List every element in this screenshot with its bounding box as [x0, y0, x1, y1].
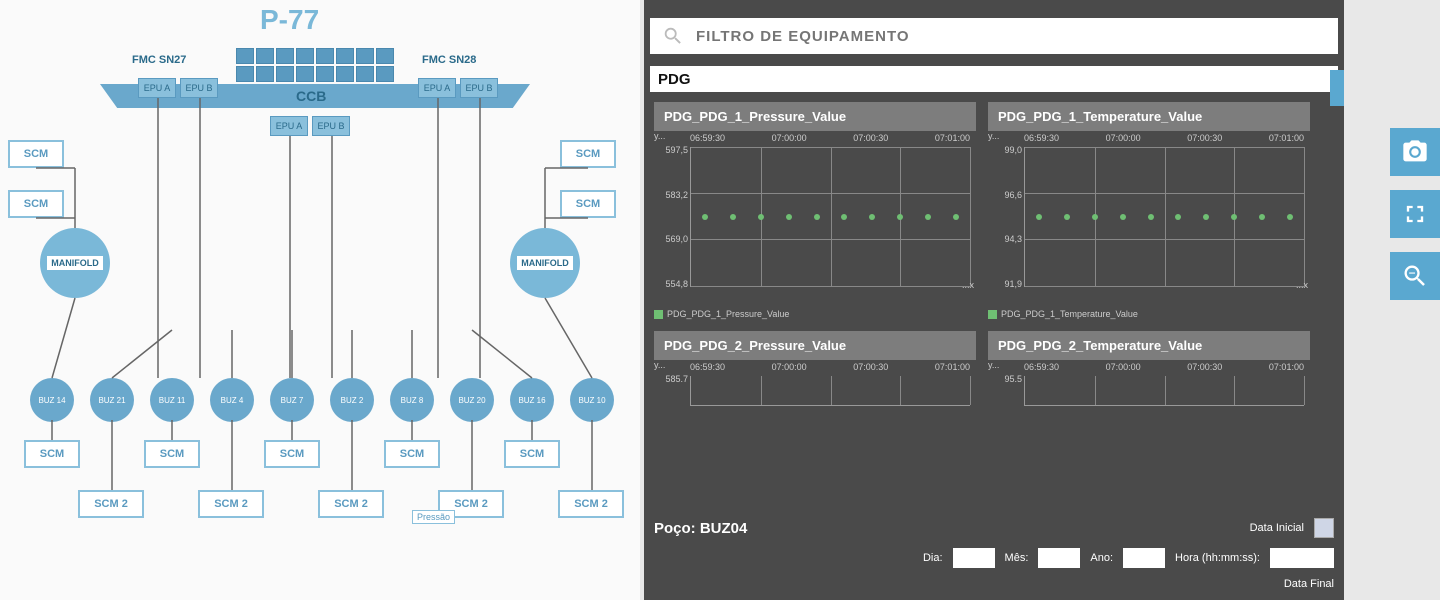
scm-top-left-1[interactable]: SCM [8, 140, 64, 168]
dia-input[interactable] [953, 548, 995, 568]
legend-swatch-icon [988, 310, 997, 319]
scm2-bottom[interactable]: SCM 2 [318, 490, 384, 518]
category-header: PDG [650, 66, 1338, 92]
right-toolbar [1390, 128, 1440, 300]
epu-b-2[interactable]: EPU B [460, 78, 498, 98]
scroll-indicator[interactable] [1330, 70, 1344, 106]
scm-bottom[interactable]: SCM [384, 440, 440, 468]
chart-pdg1-temperature: PDG_PDG_1_Temperature_Value y... 06:59:3… [988, 102, 1310, 319]
epu-a-1[interactable]: EPU A [138, 78, 176, 98]
chart-plot[interactable] [1024, 376, 1304, 406]
date-controls: Poço: BUZ04 Data Inicial Dia: Mês: Ano: … [654, 518, 1334, 590]
scm2-bottom[interactable]: SCM 2 [558, 490, 624, 518]
zoom-out-icon [1401, 262, 1429, 290]
scm-top-right-2[interactable]: SCM [560, 190, 616, 218]
scm2-bottom[interactable]: SCM 2 [78, 490, 144, 518]
equipment-filter-input[interactable] [696, 28, 1326, 45]
well-node[interactable]: BUZ 10 [570, 378, 614, 422]
screenshot-button[interactable] [1390, 128, 1440, 176]
well-node[interactable]: BUZ 8 [390, 378, 434, 422]
chart-plot[interactable]: ...x [1024, 147, 1304, 287]
diagram-title: P-77 [260, 4, 319, 36]
scm-bottom[interactable]: SCM [144, 440, 200, 468]
well-node[interactable]: BUZ 7 [270, 378, 314, 422]
ccb-label: CCB [296, 88, 326, 104]
camera-icon [1401, 138, 1429, 166]
epu-b-3[interactable]: EPU B [312, 116, 350, 136]
well-node[interactable]: BUZ 2 [330, 378, 374, 422]
epu-b-1[interactable]: EPU B [180, 78, 218, 98]
data-inicial-label: Data Inicial [1250, 522, 1304, 534]
chart-title: PDG_PDG_1_Pressure_Value [654, 102, 976, 131]
fmc-sn27-label: FMC SN27 [132, 54, 186, 66]
manifold-left[interactable]: MANIFOLD [40, 228, 110, 298]
well-node[interactable]: BUZ 21 [90, 378, 134, 422]
fullscreen-button[interactable] [1390, 190, 1440, 238]
well-name-label: Poço: BUZ04 [654, 520, 747, 537]
topology-diagram: P-77 FMC SN27 FMC SN28 CCB EPU A EPU B [0, 0, 640, 600]
expand-icon [1401, 200, 1429, 228]
data-panel: PDG PDG_PDG_1_Pressure_Value y... 06:59:… [644, 0, 1344, 600]
scm-bottom[interactable]: SCM [504, 440, 560, 468]
pressao-tooltip: Pressão [412, 510, 455, 524]
chart-title: PDG_PDG_2_Pressure_Value [654, 331, 976, 360]
mes-input[interactable] [1038, 548, 1080, 568]
well-node[interactable]: BUZ 4 [210, 378, 254, 422]
scm-top-left-2[interactable]: SCM [8, 190, 64, 218]
scm2-bottom[interactable]: SCM 2 [198, 490, 264, 518]
color-picker[interactable] [1314, 518, 1334, 538]
well-node[interactable]: BUZ 11 [150, 378, 194, 422]
search-row [650, 18, 1338, 54]
chart-plot[interactable] [690, 376, 970, 406]
epu-a-2[interactable]: EPU A [418, 78, 456, 98]
legend-swatch-icon [654, 310, 663, 319]
well-node[interactable]: BUZ 14 [30, 378, 74, 422]
data-final-label: Data Final [1284, 578, 1334, 590]
ano-input[interactable] [1123, 548, 1165, 568]
well-node[interactable]: BUZ 20 [450, 378, 494, 422]
chart-plot[interactable]: ...x [690, 147, 970, 287]
well-node[interactable]: BUZ 16 [510, 378, 554, 422]
hora-input[interactable] [1270, 548, 1334, 568]
fmc-sn28-label: FMC SN28 [422, 54, 476, 66]
chart-pdg1-pressure: PDG_PDG_1_Pressure_Value y... 06:59:3007… [654, 102, 976, 319]
chart-title: PDG_PDG_2_Temperature_Value [988, 331, 1310, 360]
search-icon [662, 25, 684, 47]
scm-bottom[interactable]: SCM [24, 440, 80, 468]
epu-a-3[interactable]: EPU A [270, 116, 308, 136]
chart-pdg2-pressure: PDG_PDG_2_Pressure_Value y... 06:59:3007… [654, 331, 976, 424]
chart-title: PDG_PDG_1_Temperature_Value [988, 102, 1310, 131]
scm-bottom[interactable]: SCM [264, 440, 320, 468]
chart-pdg2-temperature: PDG_PDG_2_Temperature_Value y... 06:59:3… [988, 331, 1310, 424]
manifold-right[interactable]: MANIFOLD [510, 228, 580, 298]
scm-top-right-1[interactable]: SCM [560, 140, 616, 168]
zoom-out-button[interactable] [1390, 252, 1440, 300]
